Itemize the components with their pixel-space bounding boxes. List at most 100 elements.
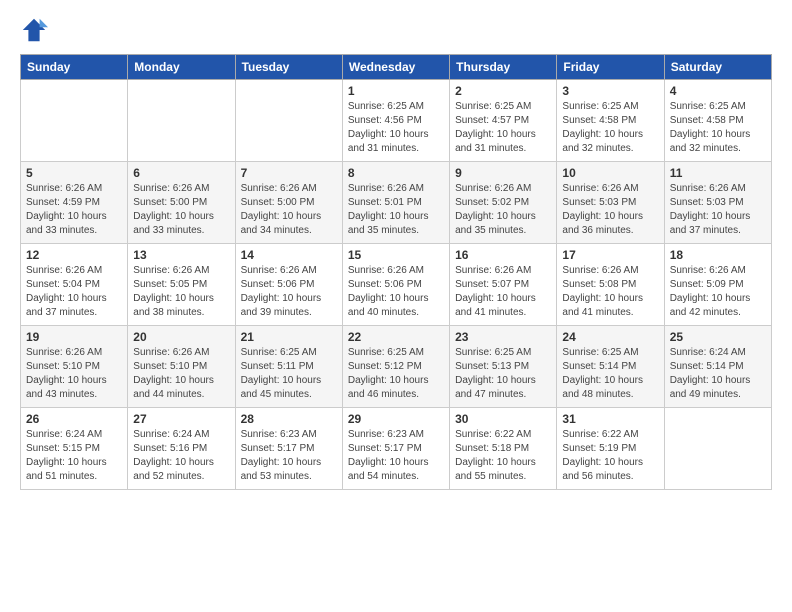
day-info: Sunrise: 6:26 AMSunset: 5:10 PMDaylight:…: [133, 346, 229, 402]
day-cell: 29 Sunrise: 6:23 AMSunset: 5:17 PMDayligh…: [342, 408, 449, 490]
day-number: 24: [562, 330, 658, 344]
day-info: Sunrise: 6:26 AMSunset: 5:04 PMDaylight:…: [26, 264, 122, 320]
day-cell: 11 Sunrise: 6:26 AMSunset: 5:03 PMDayligh…: [664, 162, 771, 244]
logo-icon: [20, 16, 48, 44]
day-header-sunday: Sunday: [21, 55, 128, 80]
day-number: 11: [670, 166, 766, 180]
day-header-monday: Monday: [128, 55, 235, 80]
day-number: 12: [26, 248, 122, 262]
day-number: 29: [348, 412, 444, 426]
logo: [20, 16, 51, 44]
day-cell: 28 Sunrise: 6:23 AMSunset: 5:17 PMDayligh…: [235, 408, 342, 490]
day-number: 8: [348, 166, 444, 180]
week-row-1: 1Sunrise: 6:25 AMSunset: 4:56 PMDaylight…: [21, 80, 772, 162]
day-cell: [664, 408, 771, 490]
week-row-2: 5 Sunrise: 6:26 AMSunset: 4:59 PMDaylight…: [21, 162, 772, 244]
day-cell: 19Sunrise: 6:26 AMSunset: 5:10 PMDayligh…: [21, 326, 128, 408]
calendar-table: SundayMondayTuesdayWednesdayThursdayFrid…: [20, 54, 772, 490]
day-cell: 12 Sunrise: 6:26 AMSunset: 5:04 PMDayligh…: [21, 244, 128, 326]
day-cell: 14 Sunrise: 6:26 AMSunset: 5:06 PMDayligh…: [235, 244, 342, 326]
day-cell: 3 Sunrise: 6:25 AMSunset: 4:58 PMDaylight…: [557, 80, 664, 162]
day-cell: 9 Sunrise: 6:26 AMSunset: 5:02 PMDaylight…: [450, 162, 557, 244]
day-info: Sunrise: 6:26 AMSunset: 5:05 PMDaylight:…: [133, 264, 229, 320]
day-number: 3: [562, 84, 658, 98]
day-info: Sunrise: 6:26 AMSunset: 5:00 PMDaylight:…: [133, 182, 229, 238]
day-info: Sunrise: 6:25 AMSunset: 5:13 PMDaylight:…: [455, 346, 551, 402]
day-info: Sunrise: 6:26 AMSunset: 5:10 PMDaylight:…: [26, 346, 122, 402]
day-cell: 25 Sunrise: 6:24 AMSunset: 5:14 PMDayligh…: [664, 326, 771, 408]
day-info: Sunrise: 6:25 AMSunset: 5:12 PMDaylight:…: [348, 346, 444, 402]
day-info: Sunrise: 6:26 AMSunset: 5:06 PMDaylight:…: [348, 264, 444, 320]
day-cell: 26Sunrise: 6:24 AMSunset: 5:15 PMDayligh…: [21, 408, 128, 490]
day-cell: 18 Sunrise: 6:26 AMSunset: 5:09 PMDayligh…: [664, 244, 771, 326]
day-cell: 13Sunrise: 6:26 AMSunset: 5:05 PMDayligh…: [128, 244, 235, 326]
day-info: Sunrise: 6:22 AMSunset: 5:19 PMDaylight:…: [562, 428, 658, 484]
day-info: Sunrise: 6:26 AMSunset: 5:06 PMDaylight:…: [241, 264, 337, 320]
day-info: Sunrise: 6:24 AMSunset: 5:14 PMDaylight:…: [670, 346, 766, 402]
day-number: 6: [133, 166, 229, 180]
day-number: 15: [348, 248, 444, 262]
day-header-thursday: Thursday: [450, 55, 557, 80]
calendar-header-row: SundayMondayTuesdayWednesdayThursdayFrid…: [21, 55, 772, 80]
day-header-wednesday: Wednesday: [342, 55, 449, 80]
day-cell: 16Sunrise: 6:26 AMSunset: 5:07 PMDayligh…: [450, 244, 557, 326]
day-info: Sunrise: 6:23 AMSunset: 5:17 PMDaylight:…: [348, 428, 444, 484]
day-number: 5: [26, 166, 122, 180]
day-number: 9: [455, 166, 551, 180]
day-info: Sunrise: 6:25 AMSunset: 4:58 PMDaylight:…: [562, 100, 658, 156]
day-cell: 21Sunrise: 6:25 AMSunset: 5:11 PMDayligh…: [235, 326, 342, 408]
day-info: Sunrise: 6:26 AMSunset: 5:07 PMDaylight:…: [455, 264, 551, 320]
day-cell: 1Sunrise: 6:25 AMSunset: 4:56 PMDaylight…: [342, 80, 449, 162]
day-number: 21: [241, 330, 337, 344]
day-cell: 15 Sunrise: 6:26 AMSunset: 5:06 PMDayligh…: [342, 244, 449, 326]
day-header-saturday: Saturday: [664, 55, 771, 80]
day-number: 2: [455, 84, 551, 98]
day-number: 28: [241, 412, 337, 426]
day-cell: 10 Sunrise: 6:26 AMSunset: 5:03 PMDayligh…: [557, 162, 664, 244]
day-info: Sunrise: 6:26 AMSunset: 4:59 PMDaylight:…: [26, 182, 122, 238]
day-number: 27: [133, 412, 229, 426]
day-info: Sunrise: 6:25 AMSunset: 4:57 PMDaylight:…: [455, 100, 551, 156]
day-cell: 30 Sunrise: 6:22 AMSunset: 5:18 PMDayligh…: [450, 408, 557, 490]
day-number: 14: [241, 248, 337, 262]
day-info: Sunrise: 6:24 AMSunset: 5:15 PMDaylight:…: [26, 428, 122, 484]
day-info: Sunrise: 6:26 AMSunset: 5:03 PMDaylight:…: [562, 182, 658, 238]
day-info: Sunrise: 6:23 AMSunset: 5:17 PMDaylight:…: [241, 428, 337, 484]
day-cell: 7 Sunrise: 6:26 AMSunset: 5:00 PMDaylight…: [235, 162, 342, 244]
day-number: 22: [348, 330, 444, 344]
day-cell: 6 Sunrise: 6:26 AMSunset: 5:00 PMDaylight…: [128, 162, 235, 244]
day-number: 23: [455, 330, 551, 344]
day-number: 30: [455, 412, 551, 426]
day-info: Sunrise: 6:25 AMSunset: 4:58 PMDaylight:…: [670, 100, 766, 156]
day-header-tuesday: Tuesday: [235, 55, 342, 80]
day-number: 7: [241, 166, 337, 180]
day-cell: 31 Sunrise: 6:22 AMSunset: 5:19 PMDayligh…: [557, 408, 664, 490]
day-info: Sunrise: 6:26 AMSunset: 5:02 PMDaylight:…: [455, 182, 551, 238]
day-info: Sunrise: 6:26 AMSunset: 5:03 PMDaylight:…: [670, 182, 766, 238]
day-number: 20: [133, 330, 229, 344]
day-info: Sunrise: 6:26 AMSunset: 5:08 PMDaylight:…: [562, 264, 658, 320]
day-info: Sunrise: 6:25 AMSunset: 4:56 PMDaylight:…: [348, 100, 444, 156]
day-info: Sunrise: 6:24 AMSunset: 5:16 PMDaylight:…: [133, 428, 229, 484]
day-number: 31: [562, 412, 658, 426]
day-info: Sunrise: 6:26 AMSunset: 5:09 PMDaylight:…: [670, 264, 766, 320]
day-cell: [21, 80, 128, 162]
day-cell: 5 Sunrise: 6:26 AMSunset: 4:59 PMDaylight…: [21, 162, 128, 244]
day-cell: 27 Sunrise: 6:24 AMSunset: 5:16 PMDayligh…: [128, 408, 235, 490]
day-info: Sunrise: 6:26 AMSunset: 5:00 PMDaylight:…: [241, 182, 337, 238]
day-info: Sunrise: 6:25 AMSunset: 5:14 PMDaylight:…: [562, 346, 658, 402]
day-number: 25: [670, 330, 766, 344]
day-cell: 20 Sunrise: 6:26 AMSunset: 5:10 PMDayligh…: [128, 326, 235, 408]
week-row-4: 19Sunrise: 6:26 AMSunset: 5:10 PMDayligh…: [21, 326, 772, 408]
day-info: Sunrise: 6:22 AMSunset: 5:18 PMDaylight:…: [455, 428, 551, 484]
day-cell: 4Sunrise: 6:25 AMSunset: 4:58 PMDaylight…: [664, 80, 771, 162]
week-row-3: 12 Sunrise: 6:26 AMSunset: 5:04 PMDayligh…: [21, 244, 772, 326]
header: [20, 16, 772, 44]
day-number: 10: [562, 166, 658, 180]
day-number: 18: [670, 248, 766, 262]
day-cell: 23 Sunrise: 6:25 AMSunset: 5:13 PMDayligh…: [450, 326, 557, 408]
day-cell: 22 Sunrise: 6:25 AMSunset: 5:12 PMDayligh…: [342, 326, 449, 408]
day-number: 17: [562, 248, 658, 262]
week-row-5: 26Sunrise: 6:24 AMSunset: 5:15 PMDayligh…: [21, 408, 772, 490]
day-cell: 2 Sunrise: 6:25 AMSunset: 4:57 PMDaylight…: [450, 80, 557, 162]
